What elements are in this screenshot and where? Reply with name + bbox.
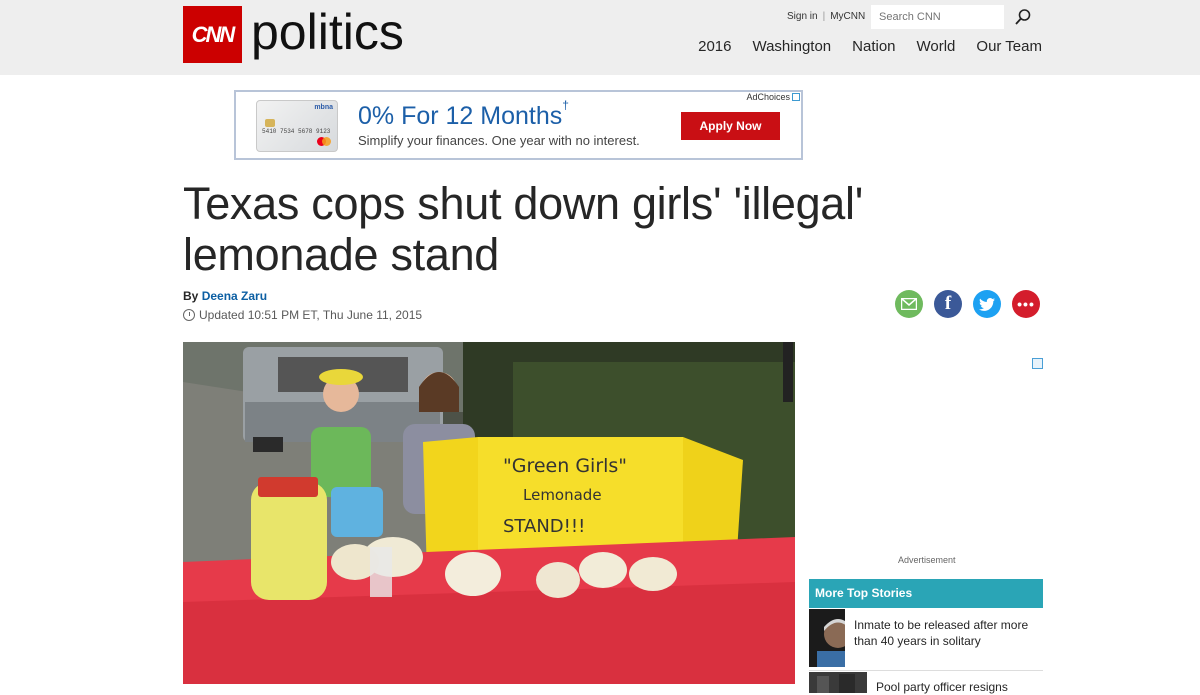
author-link[interactable]: Deena Zaru	[202, 289, 267, 303]
site-header: CNN politics Sign in | MyCNN 2016 Washin…	[0, 0, 1200, 75]
story-divider	[809, 670, 1043, 671]
story-headline[interactable]: Inmate to be released after more than 40…	[854, 609, 1043, 667]
advertisement-label: Advertisement	[898, 555, 956, 565]
byline: By Deena Zaru	[183, 289, 267, 303]
card-number: 5410 7534 5678 9123	[262, 128, 331, 135]
nav-item-world[interactable]: World	[917, 38, 956, 55]
divider: |	[822, 11, 826, 22]
nav-item-nation[interactable]: Nation	[852, 38, 895, 55]
sign-in-link[interactable]: Sign in	[787, 11, 818, 22]
facebook-share-icon[interactable]: f	[934, 290, 962, 318]
email-share-icon[interactable]	[895, 290, 923, 318]
apply-now-button[interactable]: Apply Now	[681, 112, 780, 140]
byline-prefix: By	[183, 289, 199, 303]
share-bar: f •••	[884, 290, 1040, 318]
main-nav: 2016 Washington Nation World Our Team	[677, 38, 1042, 55]
mastercard-icon	[317, 137, 331, 146]
clock-icon	[183, 309, 195, 321]
search-icon[interactable]	[1014, 8, 1032, 26]
story-item[interactable]: Pool party officer resigns	[809, 672, 1043, 695]
photo-credit	[783, 342, 793, 402]
mycnn-link[interactable]: MyCNN	[830, 11, 865, 22]
nav-item-washington[interactable]: Washington	[752, 38, 831, 55]
card-chip	[265, 119, 275, 127]
cnn-logo[interactable]: CNN	[183, 6, 242, 63]
section-logo-politics[interactable]: politics	[251, 2, 404, 62]
story-thumbnail	[809, 609, 846, 667]
updated-timestamp: Updated 10:51 PM ET, Thu June 11, 2015	[183, 308, 422, 322]
ad-headline-text: 0% For 12 Months	[358, 102, 563, 130]
lemonade-stand-photo: "Green Girls" Lemonade STAND!!!	[183, 342, 795, 684]
credit-card-image: mbna 5410 7534 5678 9123	[256, 100, 338, 152]
twitter-share-icon[interactable]	[973, 290, 1001, 318]
search-input[interactable]	[871, 5, 1004, 29]
sign-title: "Green Girls"	[503, 455, 627, 477]
ad-headline: 0% For 12 Months†	[358, 98, 569, 131]
ad-dagger: †	[562, 98, 569, 112]
utility-links: Sign in | MyCNN	[787, 11, 865, 22]
sign-line-3: STAND!!!	[503, 516, 585, 537]
ad-subtext: Simplify your finances. One year with no…	[358, 133, 640, 148]
more-top-stories-header: More Top Stories	[809, 579, 1043, 608]
nav-item-2016[interactable]: 2016	[698, 38, 731, 55]
article-photo[interactable]: "Green Girls" Lemonade STAND!!!	[183, 342, 795, 684]
adchoices-label: AdChoices	[746, 92, 790, 102]
adchoices-link[interactable]: AdChoices	[746, 92, 801, 102]
updated-text: Updated 10:51 PM ET, Thu June 11, 2015	[199, 308, 423, 322]
nav-item-our-team[interactable]: Our Team	[976, 38, 1042, 55]
more-share-icon[interactable]: •••	[1012, 290, 1040, 318]
story-headline[interactable]: Pool party officer resigns	[876, 672, 1008, 695]
ad-banner[interactable]: mbna 5410 7534 5678 9123 0% For 12 Month…	[234, 90, 803, 160]
story-item[interactable]: Inmate to be released after more than 40…	[809, 609, 1043, 667]
card-brand: mbna	[314, 104, 333, 111]
story-thumbnail	[809, 672, 867, 693]
article-headline: Texas cops shut down girls' 'illegal' le…	[183, 178, 864, 280]
adchoices-icon	[792, 93, 800, 101]
ad-choices-marker-icon[interactable]	[1032, 358, 1043, 369]
sign-line-2: Lemonade	[523, 486, 602, 504]
